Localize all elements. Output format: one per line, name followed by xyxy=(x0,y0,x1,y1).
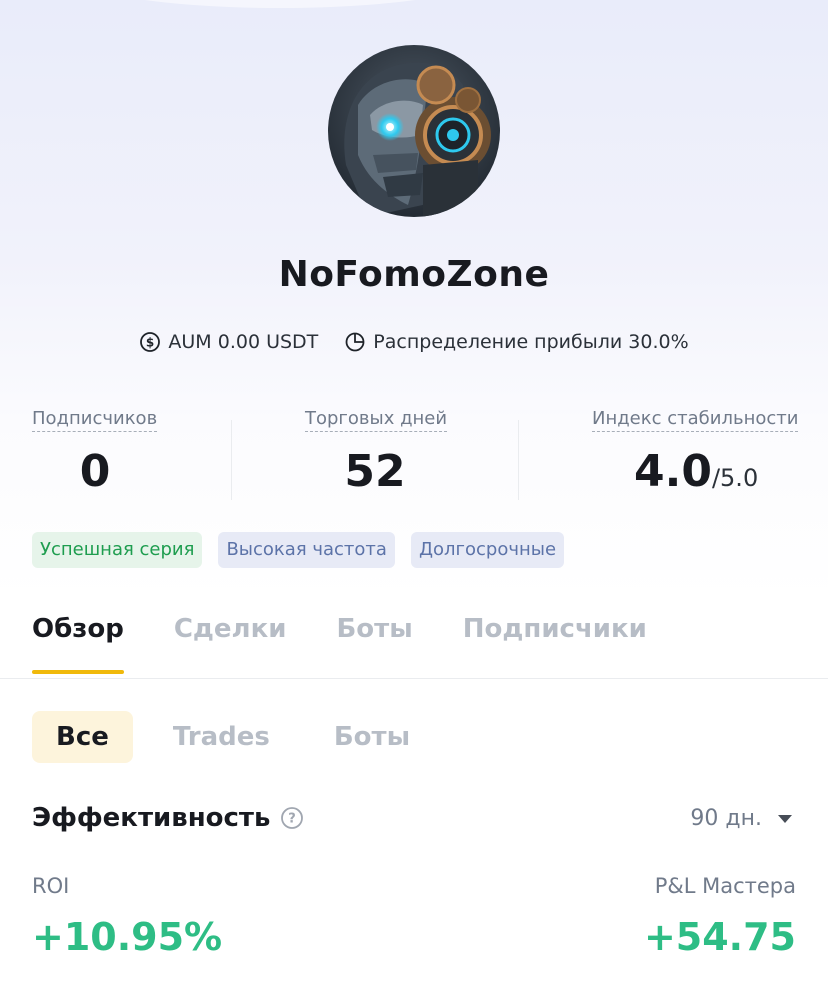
stats-divider xyxy=(231,420,232,500)
performance-header: Эффективность ? xyxy=(32,803,304,833)
svg-text:?: ? xyxy=(289,812,297,827)
svg-text:$: $ xyxy=(146,336,154,350)
stability-value: 4.0 xyxy=(634,446,712,497)
followers-stat: Подписчиков 0 xyxy=(32,408,158,497)
stability-label[interactable]: Индекс стабильности xyxy=(592,408,799,432)
performance-title: Эффективность xyxy=(32,803,271,833)
profit-share-info: Распределение прибыли 30.0% xyxy=(344,331,689,353)
pnl-label: P&L Мастера xyxy=(654,874,796,898)
pie-chart-icon xyxy=(345,332,365,352)
tabs-divider xyxy=(0,678,828,679)
trading-days-label[interactable]: Торговых дней xyxy=(305,408,448,432)
tab-followers[interactable]: Подписчики xyxy=(463,614,647,658)
trader-tags: Успешная серия Высокая частота Долгосроч… xyxy=(32,532,580,568)
stats-divider xyxy=(518,420,519,500)
header-decoration xyxy=(70,0,490,8)
profit-share-value: 30.0% xyxy=(628,331,689,353)
subtab-bots[interactable]: Боты xyxy=(310,711,434,763)
stability-value-wrap: 4.0/5.0 xyxy=(592,446,798,497)
roi-label: ROI xyxy=(32,874,70,898)
trading-days-value: 52 xyxy=(344,446,406,497)
tag-long-term: Долгосрочные xyxy=(410,532,565,568)
stability-stat: Индекс стабильности 4.0/5.0 xyxy=(592,408,799,497)
aum-value: 0.00 USDT xyxy=(217,331,319,353)
followers-label[interactable]: Подписчиков xyxy=(32,408,158,432)
sub-tabs: Все Trades Боты xyxy=(32,711,450,763)
profit-share-label: Распределение прибыли xyxy=(373,331,623,353)
subtab-trades[interactable]: Trades xyxy=(149,711,294,763)
tab-bots[interactable]: Боты xyxy=(336,614,412,658)
subtab-all[interactable]: Все xyxy=(32,711,133,763)
tag-high-frequency: Высокая частота xyxy=(218,532,395,568)
tab-overview[interactable]: Обзор xyxy=(32,614,124,674)
trader-name: NoFomoZone xyxy=(278,254,550,295)
stability-max: /5.0 xyxy=(711,464,759,492)
caret-down-icon xyxy=(778,814,792,823)
robot-avatar-image xyxy=(328,45,500,217)
stats-row: Подписчиков 0 Торговых дней 52 Индекс ст… xyxy=(0,408,828,508)
roi-value: +10.95% xyxy=(32,915,223,959)
tag-winning-streak: Успешная серия xyxy=(32,532,203,568)
dollar-coin-icon: $ xyxy=(140,332,161,352)
avatar[interactable] xyxy=(328,45,500,217)
trader-meta: $ AUM 0.00 USDT Распределение прибыли 30… xyxy=(0,331,828,353)
pnl-value: +54.75 xyxy=(643,915,796,959)
trading-days-stat: Торговых дней 52 xyxy=(305,408,448,497)
followers-value: 0 xyxy=(79,446,111,497)
help-icon[interactable]: ? xyxy=(280,806,304,830)
main-tabs: Обзор Сделки Боты Подписчики xyxy=(32,614,697,674)
period-selector[interactable]: 90 дн. xyxy=(690,806,792,831)
aum-label: AUM xyxy=(168,331,212,353)
tab-trades[interactable]: Сделки xyxy=(174,614,287,658)
aum-info: $ AUM 0.00 USDT xyxy=(139,331,318,353)
period-value: 90 дн. xyxy=(690,806,762,831)
